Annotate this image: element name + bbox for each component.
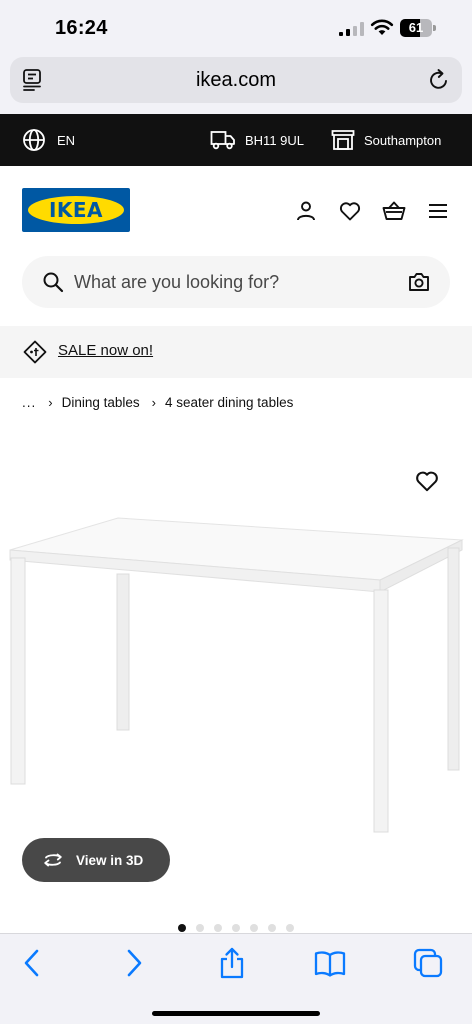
price-tag-icon <box>23 340 47 364</box>
home-indicator <box>152 1011 320 1016</box>
product-image-table <box>9 517 464 833</box>
search-input[interactable] <box>74 256 394 308</box>
status-time: 16:24 <box>55 17 108 39</box>
carousel-dot[interactable] <box>232 924 240 932</box>
site-header: IKEA <box>0 166 472 254</box>
store-icon <box>331 130 355 150</box>
postcode-label: BH11 9UL <box>245 132 305 148</box>
back-icon[interactable] <box>16 947 48 979</box>
rotate-3d-icon <box>44 853 62 867</box>
cellular-signal-icon <box>339 22 364 36</box>
share-icon[interactable] <box>216 947 248 979</box>
view-in-3d-button[interactable]: View in 3D <box>22 838 170 882</box>
promo-banner: SALE now on! <box>0 326 472 378</box>
browser-address-area: ikea.com <box>0 54 472 114</box>
tabs-icon[interactable] <box>412 947 444 979</box>
carousel-dot[interactable] <box>178 924 186 932</box>
add-to-favourites-heart-icon[interactable] <box>414 468 440 494</box>
breadcrumb-ellipsis[interactable]: ... <box>22 395 36 410</box>
language-label: EN <box>57 132 76 148</box>
carousel-dot[interactable] <box>286 924 294 932</box>
account-icon[interactable] <box>294 199 318 223</box>
bookmarks-icon[interactable] <box>314 947 346 979</box>
url-text: ikea.com <box>195 69 277 91</box>
logo-text: IKEA <box>48 198 104 222</box>
carousel-dot[interactable] <box>214 924 222 932</box>
reload-icon[interactable] <box>427 68 451 92</box>
chevron-right-icon: › <box>151 394 156 410</box>
battery-percentage: 61 <box>408 20 424 35</box>
globe-icon <box>23 129 45 151</box>
utility-bar: EN BH11 9UL Southampton <box>0 114 472 166</box>
breadcrumb: ... › Dining tables › 4 seater dining ta… <box>22 392 293 412</box>
breadcrumb-item[interactable]: Dining tables <box>62 395 140 410</box>
breadcrumb-item[interactable]: 4 seater dining tables <box>165 395 293 410</box>
search-icon <box>43 272 64 293</box>
carousel-dot[interactable] <box>196 924 204 932</box>
camera-search-icon[interactable] <box>408 271 430 293</box>
search-bar <box>22 256 450 308</box>
store-selector[interactable]: Southampton <box>331 114 441 166</box>
address-bar[interactable]: ikea.com <box>10 57 462 103</box>
ikea-logo[interactable]: IKEA <box>22 188 130 232</box>
store-label: Southampton <box>364 132 442 148</box>
sale-link[interactable]: SALE now on! <box>58 326 153 378</box>
product-gallery[interactable]: View in 3D <box>0 440 472 920</box>
chevron-right-icon: › <box>48 394 53 410</box>
heart-icon[interactable] <box>338 199 362 223</box>
carousel-dot[interactable] <box>250 924 258 932</box>
battery-icon: 61 <box>400 19 436 37</box>
carousel-dot[interactable] <box>268 924 276 932</box>
status-bar: 16:24 61 <box>0 0 472 54</box>
wifi-icon <box>370 19 394 35</box>
menu-icon[interactable] <box>426 199 450 223</box>
forward-icon[interactable] <box>118 947 150 979</box>
postcode-selector[interactable]: BH11 9UL <box>210 114 304 166</box>
browser-toolbar <box>0 933 472 1024</box>
language-selector[interactable]: EN <box>22 114 75 166</box>
view-in-3d-label: View in 3D <box>76 852 144 868</box>
delivery-truck-icon <box>210 131 235 150</box>
basket-icon[interactable] <box>382 199 406 223</box>
